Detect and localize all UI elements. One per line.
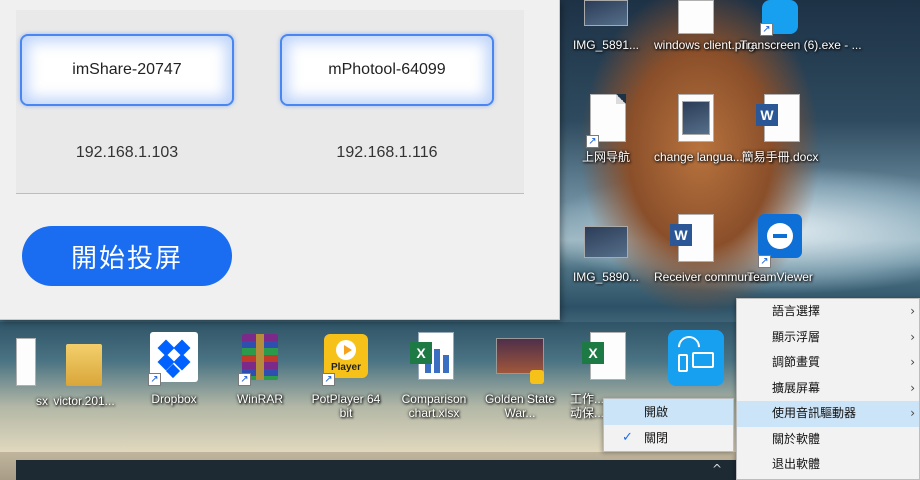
desktop-icon-winrar[interactable]: ↗ WinRAR (220, 330, 300, 406)
submenu-item-label: 開啟 (644, 405, 669, 419)
menu-item-label: 語言選擇 (772, 304, 821, 318)
menu-item-audio-driver[interactable]: 使用音訊驅動器 › (737, 401, 919, 427)
submenu-arrow-icon: › (910, 380, 915, 395)
desktop-icon-label: Comparison chart.xlsx (401, 392, 467, 420)
video-file-icon (496, 330, 544, 390)
desktop-icon-dropbox[interactable]: ↗ Dropbox (134, 330, 214, 406)
menu-item-quality[interactable]: 調節畫質 › (737, 350, 919, 376)
start-casting-button[interactable]: 開始投屏 (22, 226, 232, 286)
word-document-icon: W (756, 92, 804, 148)
excel-file-icon: X (582, 330, 630, 390)
desktop-icon-label: TeamViewer (747, 270, 813, 284)
desktop-icon-change-language[interactable]: change langua... (654, 92, 743, 164)
desktop-icon-receiver[interactable]: W Receiver communic... (654, 212, 770, 284)
submenu-item-label: 關閉 (644, 431, 669, 445)
menu-item-label: 使用音訊驅動器 (772, 406, 857, 420)
app-shortcut-icon: ↗ (756, 0, 804, 36)
word-document-icon: W (670, 212, 718, 268)
desktop-icon-label: Dropbox (151, 392, 197, 406)
desktop-icon-windows-client[interactable]: windows client.png (654, 0, 755, 52)
imshare-tray-icon[interactable] (668, 330, 724, 386)
desktop-icon-label: change langua... (654, 150, 743, 164)
desktop-icon-label: Transcreen (6).exe - ... (740, 38, 862, 52)
desktop-icon-label: 上网导航 (581, 150, 630, 164)
menu-item-floating-layer[interactable]: 顯示浮層 › (737, 325, 919, 351)
desktop-icon-label: 簡易手冊.docx (741, 150, 819, 164)
screen-cast-app-window: imShare-20747 192.168.1.103 mPhotool-640… (0, 0, 560, 320)
device-card-mphotool[interactable]: mPhotool-64099 (280, 34, 494, 106)
menu-item-language[interactable]: 語言選擇 › (737, 299, 919, 325)
image-file-icon (670, 0, 718, 36)
image-file-icon (582, 212, 630, 268)
dropbox-icon: ↗ (148, 330, 198, 390)
menu-item-exit[interactable]: 退出軟體 (737, 452, 919, 478)
desktop-icon-label: Golden State War... (484, 392, 556, 420)
partial-file-icon (0, 336, 36, 392)
desktop-icon-manual-docx[interactable]: W 簡易手冊.docx (740, 92, 820, 164)
audio-driver-submenu: 開啟 ✓ 關閉 (603, 398, 734, 452)
image-file-icon (582, 0, 630, 36)
checkmark-icon: ✓ (622, 430, 633, 445)
desktop-icon-label: windows client.png (654, 38, 755, 52)
desktop-icon-potplayer[interactable]: Player ↗ PotPlayer 64 bit (306, 330, 386, 420)
desktop-icon-label: IMG_5891... (572, 38, 640, 52)
menu-item-label: 退出軟體 (772, 457, 821, 471)
tray-context-menu: 語言選擇 › 顯示浮層 › 調節畫質 › 擴展屏幕 › 使用音訊驅動器 › 關於… (736, 298, 920, 480)
divider (16, 193, 524, 194)
submenu-arrow-icon: › (910, 406, 915, 420)
submenu-arrow-icon: › (910, 355, 915, 369)
blank-document-shortcut-icon: ↗ (582, 92, 630, 148)
folder-icon (60, 336, 108, 392)
submenu-item-on[interactable]: 開啟 (604, 399, 733, 425)
desktop-icon-label: PotPlayer 64 bit (311, 392, 381, 420)
menu-item-label: 顯示浮層 (772, 329, 821, 344)
menu-item-extend-screen[interactable]: 擴展屏幕 › (737, 376, 919, 402)
desktop-icon-nav[interactable]: ↗ 上网导航 (566, 92, 646, 164)
desktop-icon-img-5891[interactable]: IMG_5891... (566, 0, 646, 52)
desktop-icon-label: WinRAR (236, 392, 283, 406)
device-card-imshare[interactable]: imShare-20747 (20, 34, 234, 106)
teamviewer-icon: ↗ (756, 212, 804, 268)
image-file-icon (670, 92, 718, 148)
desktop-icon-teamviewer[interactable]: ↗ TeamViewer (740, 212, 820, 284)
menu-item-label: 擴展屏幕 (772, 380, 821, 395)
excel-chart-icon: X (410, 330, 458, 390)
menu-item-label: 關於軟體 (772, 431, 821, 446)
submenu-arrow-icon: › (910, 304, 915, 318)
device-ip: 192.168.1.116 (336, 144, 438, 161)
desktop-icon-golden-state[interactable]: Golden State War... (480, 330, 560, 420)
menu-item-about[interactable]: 關於軟體 (737, 427, 919, 453)
device-name: mPhotool-64099 (328, 61, 446, 78)
desktop-icon-transcreen[interactable]: ↗ Transcreen (6).exe - ... (740, 0, 862, 52)
show-hidden-icons-chevron-icon[interactable]: ^ (712, 462, 722, 476)
winrar-icon: ↗ (236, 330, 284, 390)
desktop-icon-label: Receiver communic... (654, 270, 770, 284)
potplayer-badge-text: Player (330, 362, 362, 373)
device-ip: 192.168.1.103 (75, 144, 179, 161)
desktop-icon-label: IMG_5890... (572, 270, 640, 284)
potplayer-icon: Player ↗ (322, 330, 370, 390)
device-name: imShare-20747 (72, 61, 182, 78)
device-list-area: imShare-20747 192.168.1.103 mPhotool-640… (16, 10, 524, 193)
desktop-icon-victor-folder[interactable]: victor.201... (44, 336, 124, 408)
menu-item-label: 調節畫質 (772, 355, 821, 369)
desktop-icon-label: victor.201... (53, 394, 115, 408)
desktop-icon-img-5890[interactable]: IMG_5890... (566, 212, 646, 284)
submenu-item-off[interactable]: ✓ 關閉 (604, 425, 733, 451)
desktop-icon-comparison-chart[interactable]: X Comparison chart.xlsx (394, 330, 474, 420)
submenu-arrow-icon: › (910, 329, 915, 344)
